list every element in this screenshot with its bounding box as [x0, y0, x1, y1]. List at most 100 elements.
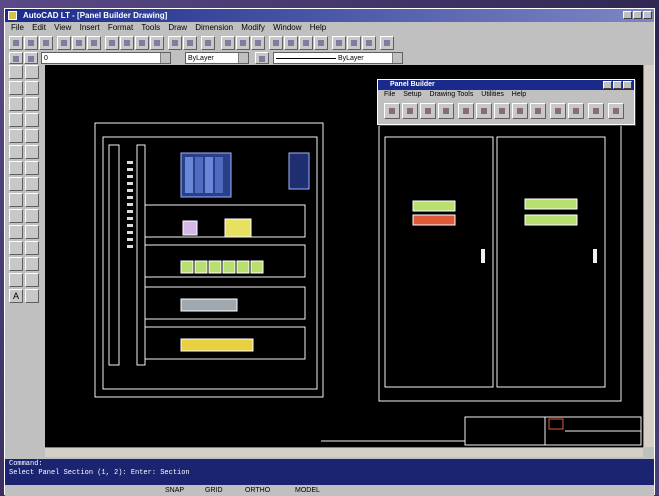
menu-modify[interactable]: Modify [241, 23, 265, 32]
menu-format[interactable]: Format [108, 23, 133, 32]
menu-tools[interactable]: Tools [141, 23, 160, 32]
construction-line-icon[interactable] [9, 81, 23, 95]
menu-view[interactable]: View [54, 23, 71, 32]
save-icon[interactable] [39, 36, 53, 50]
open-file-icon[interactable] [24, 36, 38, 50]
panel-terminal-icon[interactable] [550, 103, 566, 119]
horizontal-scrollbar[interactable] [45, 447, 643, 457]
menu-insert[interactable]: Insert [80, 23, 100, 32]
preview-icon[interactable] [72, 36, 86, 50]
dialog-close-button[interactable] [623, 81, 632, 89]
explode-icon[interactable] [25, 289, 39, 303]
point-icon[interactable] [9, 241, 23, 255]
panel-open-icon[interactable] [402, 103, 418, 119]
status-snap[interactable]: SNAP [165, 485, 184, 496]
break-icon[interactable] [25, 241, 39, 255]
panel-device-icon[interactable] [530, 103, 546, 119]
dialog-menu-file[interactable]: File [384, 91, 395, 98]
rectangle-icon[interactable] [9, 129, 23, 143]
paste-icon[interactable] [135, 36, 149, 50]
zoom-previous-icon[interactable] [314, 36, 328, 50]
snap-icon[interactable] [221, 36, 235, 50]
line-icon[interactable] [9, 65, 23, 79]
new-file-icon[interactable] [9, 36, 23, 50]
dialog-maximize-button[interactable] [613, 81, 622, 89]
pan-icon[interactable] [269, 36, 283, 50]
panel-enclosure-icon[interactable] [458, 103, 474, 119]
polygon-icon[interactable] [9, 113, 23, 127]
circle-icon[interactable] [9, 161, 23, 175]
color-dropdown[interactable]: ByLayer [185, 52, 249, 64]
menu-window[interactable]: Window [273, 23, 301, 32]
linetype-dropdown[interactable]: ByLayer [273, 52, 403, 64]
status-ortho[interactable]: ORTHO [245, 485, 270, 496]
print-icon[interactable] [57, 36, 71, 50]
spell-icon[interactable] [87, 36, 101, 50]
zoom-realtime-icon[interactable] [284, 36, 298, 50]
ortho-icon[interactable] [251, 36, 265, 50]
fillet-icon[interactable] [25, 273, 39, 287]
layer-manager-icon[interactable] [9, 52, 23, 64]
design-center-icon[interactable] [362, 36, 376, 50]
cut-icon[interactable] [105, 36, 119, 50]
aerial-view-icon[interactable] [332, 36, 346, 50]
extend-icon[interactable] [25, 225, 39, 239]
polyline-icon[interactable] [9, 97, 23, 111]
maximize-button[interactable] [633, 11, 642, 19]
dialog-menu-setup[interactable]: Setup [403, 91, 421, 98]
make-block-icon[interactable] [9, 225, 23, 239]
command-line[interactable]: Command: Select Panel Section (1, 2): En… [5, 459, 654, 485]
move-icon[interactable] [25, 145, 39, 159]
trim-icon[interactable] [25, 209, 39, 223]
panel-save-icon[interactable] [420, 103, 436, 119]
panel-bom-icon[interactable] [568, 103, 584, 119]
panel-help-icon[interactable] [608, 103, 624, 119]
dialog-menu-utilities[interactable]: Utilities [481, 91, 504, 98]
region-icon[interactable] [9, 273, 23, 287]
menu-draw[interactable]: Draw [168, 23, 187, 32]
panel-backplate-icon[interactable] [476, 103, 492, 119]
undo-icon[interactable] [168, 36, 182, 50]
make-current-icon[interactable] [24, 52, 38, 64]
panel-new-icon[interactable] [384, 103, 400, 119]
spline-icon[interactable] [9, 177, 23, 191]
arc-icon[interactable] [9, 145, 23, 159]
insert-block-icon[interactable] [9, 209, 23, 223]
vertical-scrollbar[interactable] [643, 65, 654, 447]
chamfer-icon[interactable] [25, 257, 39, 271]
copy-object-icon[interactable] [25, 81, 39, 95]
offset-icon[interactable] [25, 113, 39, 127]
close-button[interactable] [643, 11, 652, 19]
ellipse-icon[interactable] [9, 193, 23, 207]
hatch-icon[interactable] [9, 257, 23, 271]
match-properties-icon[interactable] [150, 36, 164, 50]
status-model[interactable]: MODEL [295, 485, 320, 496]
layer-dropdown[interactable]: 0 [41, 52, 171, 64]
dialog-menu-help[interactable]: Help [512, 91, 526, 98]
help-icon[interactable] [380, 36, 394, 50]
menu-edit[interactable]: Edit [32, 23, 46, 32]
status-grid[interactable]: GRID [205, 485, 223, 496]
dialog-menu-drawing-tools[interactable]: Drawing Tools [429, 91, 473, 98]
redo-icon[interactable] [183, 36, 197, 50]
array-icon[interactable] [25, 129, 39, 143]
zoom-window-icon[interactable] [299, 36, 313, 50]
dialog-minimize-button[interactable] [603, 81, 612, 89]
panel-rail-icon[interactable] [512, 103, 528, 119]
properties-icon[interactable] [347, 36, 361, 50]
rotate-icon[interactable] [25, 161, 39, 175]
panel-print-icon[interactable] [438, 103, 454, 119]
panel-settings-icon[interactable] [588, 103, 604, 119]
hyperlink-icon[interactable] [201, 36, 215, 50]
minimize-button[interactable] [623, 11, 632, 19]
linetype-icon[interactable] [255, 52, 269, 64]
menu-help[interactable]: Help [310, 23, 326, 32]
scale-icon[interactable] [25, 177, 39, 191]
menu-dimension[interactable]: Dimension [195, 23, 233, 32]
mirror-icon[interactable] [25, 97, 39, 111]
copy-icon[interactable] [120, 36, 134, 50]
modify-erase-icon[interactable] [25, 65, 39, 79]
grid-icon[interactable] [236, 36, 250, 50]
panel-duct-icon[interactable] [494, 103, 510, 119]
text-icon[interactable]: A [9, 289, 23, 303]
